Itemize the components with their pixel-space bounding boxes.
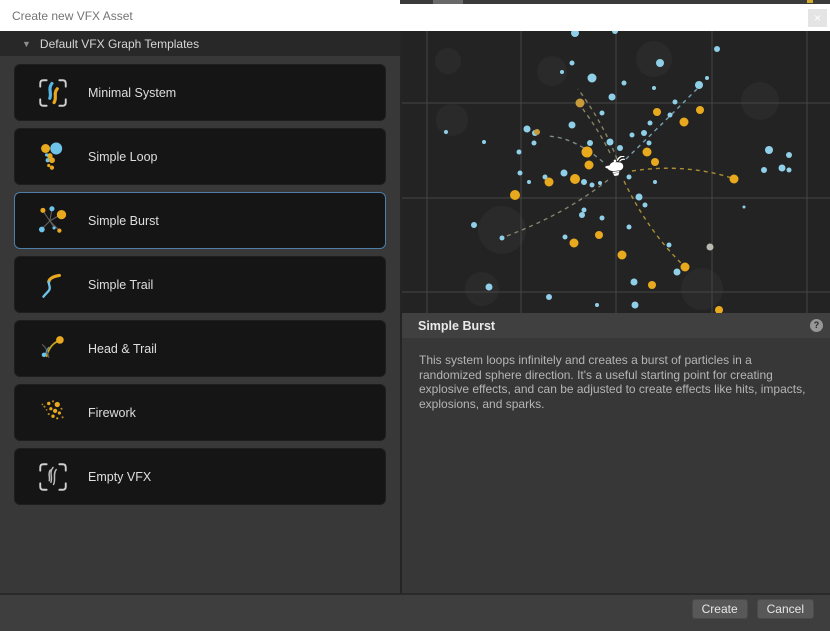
template-item-simple-loop[interactable]: Simple Loop xyxy=(14,128,386,185)
template-info-body: This system loops infinitely and creates… xyxy=(402,338,830,593)
template-item-minimal-system[interactable]: Minimal System xyxy=(14,64,386,121)
foldout-triangle-icon: ▼ xyxy=(22,39,31,49)
template-item-label: Simple Trail xyxy=(88,278,153,292)
background-window-tab xyxy=(433,0,463,4)
simple-loop-icon xyxy=(36,140,70,174)
template-cards: Minimal System Simple Loop xyxy=(0,56,400,505)
dialog-footer: Create Cancel xyxy=(0,593,830,631)
template-item-label: Minimal System xyxy=(88,86,176,100)
template-item-label: Simple Loop xyxy=(88,150,158,164)
template-item-label: Firework xyxy=(88,406,136,420)
dialog-titlebar: Create new VFX Asset × xyxy=(0,0,830,31)
template-item-firework[interactable]: Firework xyxy=(14,384,386,441)
simple-trail-icon xyxy=(36,268,70,302)
dialog-title: Create new VFX Asset xyxy=(12,9,133,23)
background-window-marker xyxy=(807,0,813,3)
template-list-panel: ▼ Default VFX Graph Templates xyxy=(0,31,400,593)
vfx-lamp-icon xyxy=(603,156,631,180)
cancel-button[interactable]: Cancel xyxy=(757,599,814,619)
simple-burst-icon xyxy=(36,204,70,238)
create-button[interactable]: Create xyxy=(692,599,748,619)
close-icon[interactable]: × xyxy=(808,9,827,27)
template-item-simple-burst[interactable]: Simple Burst xyxy=(14,192,386,249)
templates-foldout-header[interactable]: ▼ Default VFX Graph Templates xyxy=(0,31,400,56)
template-description: This system loops infinitely and creates… xyxy=(419,353,811,411)
template-item-simple-trail[interactable]: Simple Trail xyxy=(14,256,386,313)
vfx-preview-viewport[interactable] xyxy=(402,31,830,313)
create-vfx-asset-dialog: Create new VFX Asset × ▼ Default VFX Gra… xyxy=(0,0,830,631)
template-item-empty-vfx[interactable]: Empty VFX xyxy=(14,448,386,505)
detail-panel: Simple Burst ? This system loops infinit… xyxy=(402,31,830,593)
template-item-label: Empty VFX xyxy=(88,470,151,484)
template-item-head-trail[interactable]: Head & Trail xyxy=(14,320,386,377)
template-item-label: Head & Trail xyxy=(88,342,157,356)
template-item-label: Simple Burst xyxy=(88,214,159,228)
help-icon[interactable]: ? xyxy=(810,319,823,332)
template-info-title: Simple Burst xyxy=(418,319,810,333)
background-window-edge xyxy=(400,0,830,4)
head-trail-icon xyxy=(36,332,70,366)
template-info-header: Simple Burst ? xyxy=(402,313,830,338)
firework-icon xyxy=(36,396,70,430)
empty-vfx-icon xyxy=(36,460,70,494)
templates-header-label: Default VFX Graph Templates xyxy=(40,37,199,51)
minimal-system-icon xyxy=(36,76,70,110)
